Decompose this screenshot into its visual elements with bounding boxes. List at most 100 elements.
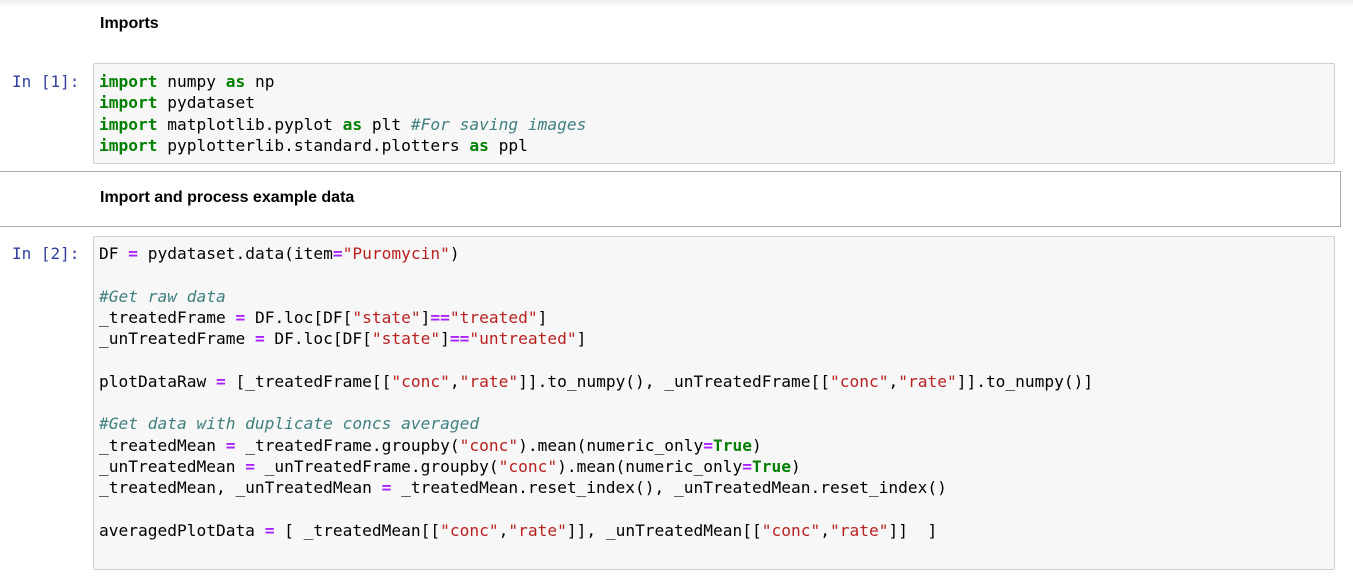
code-line: import pyplotterlib.standard.plotters as… <box>99 135 586 156</box>
code-token: DF <box>99 244 129 263</box>
code-token: "treated" <box>449 307 538 327</box>
code-token: ] <box>576 329 587 349</box>
code-token: = <box>381 478 392 498</box>
code-line: import matplotlib.pyplot as plt #For sav… <box>99 114 586 135</box>
code-token: import <box>99 93 158 113</box>
code-token: "rate" <box>508 520 567 540</box>
code-editor[interactable]: import numpy as np import pydataset import… <box>99 71 586 156</box>
code-token: ) <box>752 435 762 455</box>
code-token: as <box>225 72 246 91</box>
code-token: pydataset.data(item <box>138 244 333 263</box>
code-token: True <box>752 456 791 476</box>
code-line: import numpy as np <box>99 71 586 92</box>
code-token: ]], _unTreatedMean[[ <box>566 520 762 540</box>
code-token: _treatedMean.reset_index(), _unTreatedMe… <box>391 478 947 498</box>
code-token: numpy <box>157 72 226 91</box>
code-token: "conc" <box>440 520 499 540</box>
code-token: "conc" <box>829 371 889 391</box>
code-token: as <box>342 114 363 134</box>
code-token: ) <box>449 244 460 263</box>
code-token: True <box>713 435 752 455</box>
code-token: = <box>245 456 255 476</box>
code-token: "untreated" <box>469 329 577 349</box>
code-token: "state" <box>371 329 441 349</box>
code-editor[interactable]: DF = pydataset.data(item="Puromycin") #Ge… <box>99 243 1093 541</box>
code-token: = <box>703 435 714 455</box>
code-token: import <box>99 114 158 134</box>
code-token: = <box>215 371 226 391</box>
code-line: import pydataset <box>99 92 586 113</box>
code-token: "state" <box>352 307 421 327</box>
code-token: pydataset <box>157 93 255 113</box>
code-token: #For saving images <box>410 114 587 134</box>
markdown-cell-import-process[interactable]: Import and process example data <box>0 171 1341 227</box>
code-token: "rate" <box>898 371 957 391</box>
markdown-heading: Imports <box>100 15 159 32</box>
code-token: "conc" <box>459 435 519 455</box>
code-token: _treatedMean <box>99 435 226 455</box>
input-prompt: In [1]: <box>12 72 80 91</box>
code-token: = <box>235 307 246 327</box>
code-token: "Puromycin" <box>342 244 450 263</box>
code-token: import <box>99 135 158 155</box>
code-line: _treatedFrame = DF.loc[DF["state"]=="tre… <box>99 307 1093 328</box>
code-token: pyplotterlib.standard.plotters <box>157 135 470 155</box>
code-token: = <box>264 520 275 540</box>
code-token: == <box>449 329 470 349</box>
code-token: _treatedMean, _unTreatedMean <box>99 478 382 498</box>
code-line: _treatedMean = _treatedFrame.groupby("co… <box>99 435 1093 456</box>
code-token: = <box>742 456 752 476</box>
code-token: ppl <box>488 135 528 155</box>
code-token: = <box>332 244 343 263</box>
code-token: DF.loc[DF[ <box>245 307 353 327</box>
code-token: import <box>99 72 158 91</box>
code-token: "rate" <box>459 371 519 391</box>
code-token: , <box>449 371 460 391</box>
code-token: #Get raw data <box>99 286 226 306</box>
code-token: _unTreatedFrame <box>99 329 255 349</box>
code-line: _unTreatedMean = _unTreatedFrame.groupby… <box>99 456 1093 477</box>
code-token: ] <box>537 307 548 327</box>
code-token: = <box>128 244 138 263</box>
code-token: ]] ] <box>888 520 938 540</box>
code-token: "conc" <box>761 520 821 540</box>
code-token: ] <box>420 307 431 327</box>
code-line: averagedPlotData = [ _treatedMean[["conc… <box>99 520 1093 541</box>
markdown-heading: Import and process example data <box>100 189 355 206</box>
markdown-cell-imports[interactable]: Imports <box>0 0 1341 58</box>
code-token: [_treatedFrame[[ <box>225 371 392 391</box>
code-token: _unTreatedFrame.groupby( <box>254 456 499 476</box>
code-token: plt <box>362 114 411 134</box>
code-token: ).mean(numeric_only <box>557 456 743 476</box>
code-token: _unTreatedMean <box>99 456 246 476</box>
code-line: #Get raw data <box>99 286 1093 307</box>
code-line: _treatedMean, _unTreatedMean = _treatedM… <box>99 477 1093 498</box>
input-prompt: In [2]: <box>12 244 80 263</box>
code-line: DF = pydataset.data(item="Puromycin") <box>99 243 1093 264</box>
code-token: plotDataRaw <box>99 371 216 391</box>
code-token: _treatedFrame.groupby( <box>235 435 460 455</box>
code-token: matplotlib.pyplot <box>157 114 343 134</box>
code-line: #Get data with duplicate concs averaged <box>99 413 1093 434</box>
code-token: ).mean(numeric_only <box>518 435 704 455</box>
code-token: [ _treatedMean[[ <box>274 520 441 540</box>
code-token: ] <box>440 329 450 349</box>
code-token: , <box>498 520 509 540</box>
code-token: averagedPlotData <box>99 520 265 540</box>
code-token: _treatedFrame <box>99 307 236 327</box>
code-token: , <box>820 520 830 540</box>
code-token: = <box>254 329 265 349</box>
code-token: "conc" <box>391 371 450 391</box>
code-token: ]].to_numpy()] <box>956 371 1094 391</box>
code-token: == <box>430 307 450 327</box>
code-token: "rate" <box>830 520 889 540</box>
code-token: #Get data with duplicate concs averaged <box>99 414 480 434</box>
code-line: _unTreatedFrame = DF.loc[DF["state"]=="u… <box>99 328 1093 349</box>
code-token: = <box>225 435 236 455</box>
code-line: plotDataRaw = [_treatedFrame[["conc","ra… <box>99 371 1093 392</box>
code-token: DF.loc[DF[ <box>264 329 372 349</box>
